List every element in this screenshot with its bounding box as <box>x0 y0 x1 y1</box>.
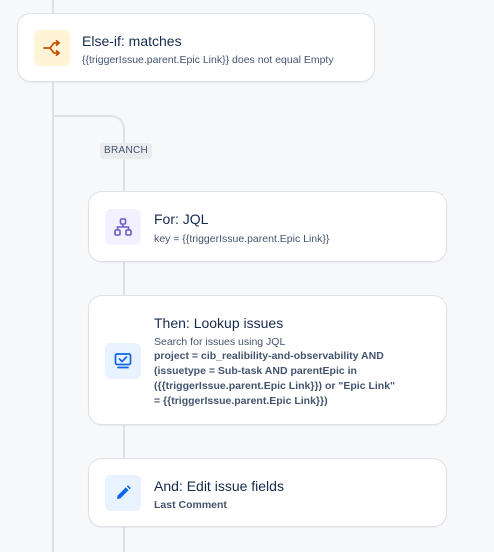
lookup-issues-title: Then: Lookup issues <box>154 315 284 331</box>
hierarchy-icon <box>105 209 141 245</box>
edit-issue-fields-action-card[interactable]: And: Edit issue fields Last Comment <box>88 458 447 527</box>
for-jql-detail: key = {{triggerIssue.parent.Epic Link}} <box>154 233 330 245</box>
branch-icon <box>34 30 70 66</box>
lookup-jql-query: project = cib_realibility-and-observabil… <box>154 350 396 407</box>
edit-issue-fields-detail: Last Comment <box>154 499 227 511</box>
else-if-title: Else-if: matches <box>82 33 182 49</box>
for-jql-title: For: JQL <box>154 211 209 227</box>
lookup-issues-action-card[interactable]: Then: Lookup issues Search for issues us… <box>88 295 447 425</box>
connector-line <box>123 526 125 552</box>
for-jql-branch-card[interactable]: For: JQL key = {{triggerIssue.parent.Epi… <box>88 191 447 262</box>
monitor-check-icon <box>105 343 141 379</box>
pencil-icon <box>105 475 141 511</box>
else-if-condition-card[interactable]: Else-if: matches {{triggerIssue.parent.E… <box>17 13 375 82</box>
else-if-condition-detail: {{triggerIssue.parent.Epic Link}} does n… <box>82 54 334 66</box>
branch-badge: BRANCH <box>100 143 153 159</box>
connector-line <box>123 424 125 458</box>
connector-line <box>52 0 54 13</box>
connector-line <box>123 261 125 295</box>
lookup-issues-description: Search for issues using JQL <box>154 336 286 348</box>
edit-issue-fields-title: And: Edit issue fields <box>154 478 284 494</box>
